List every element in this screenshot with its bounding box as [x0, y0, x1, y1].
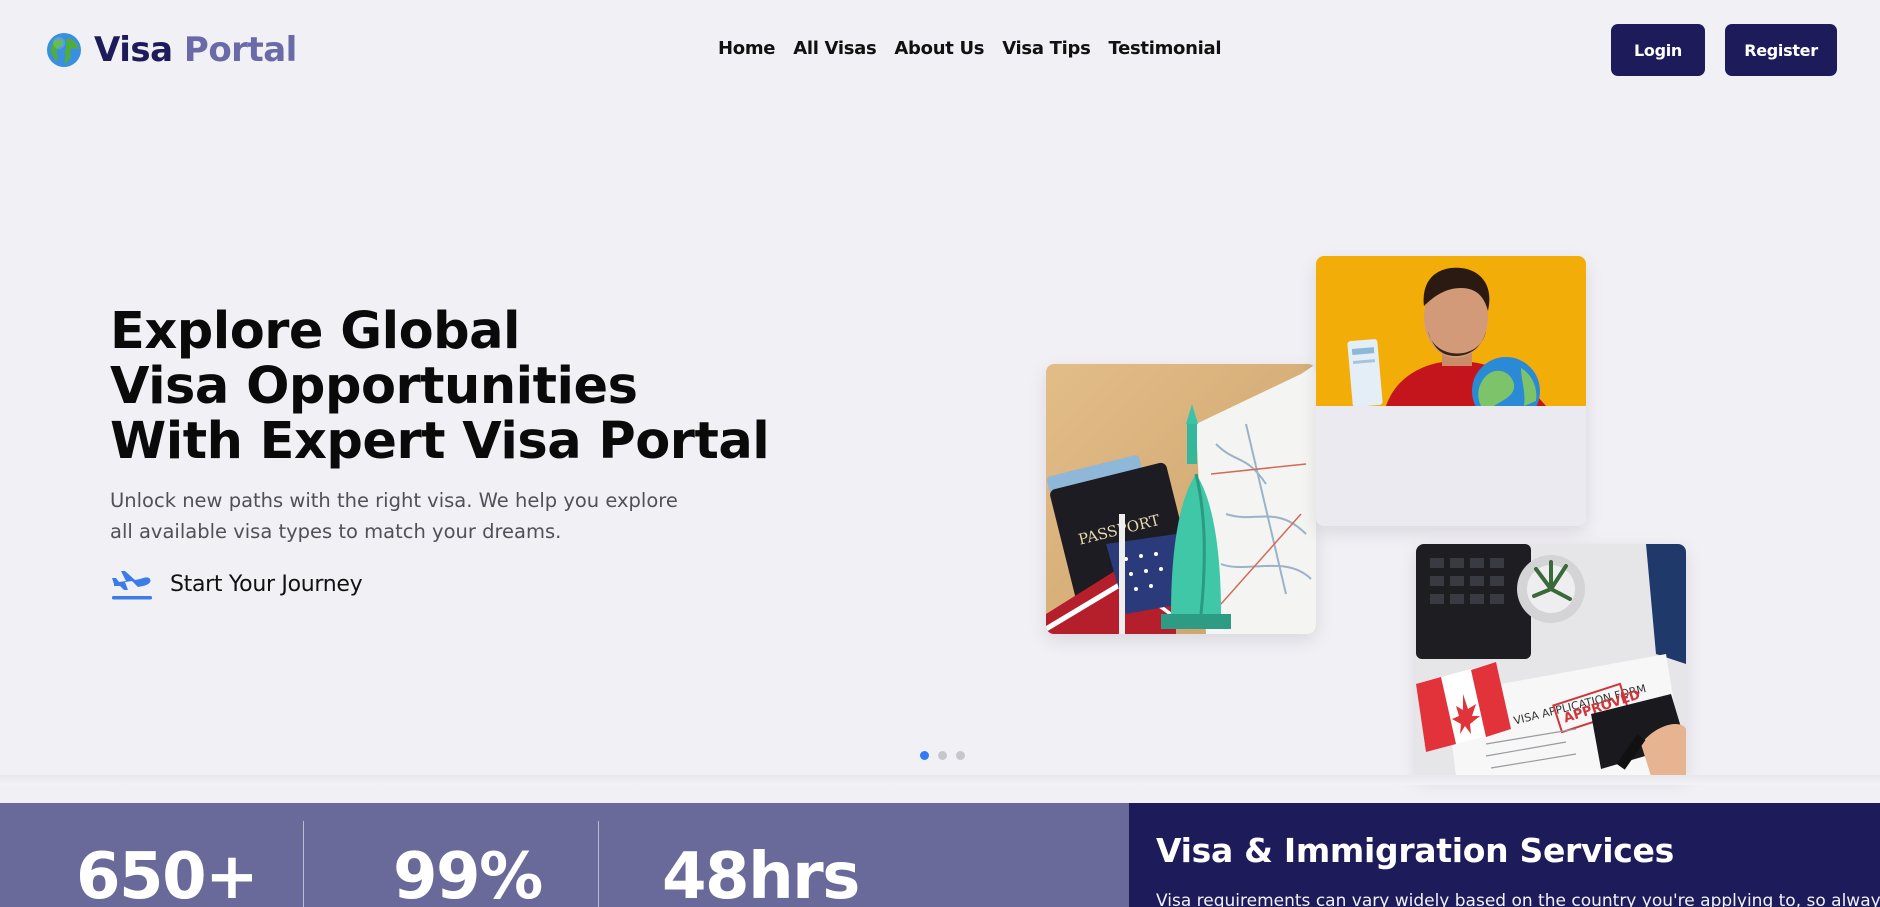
hero-title-line-3: With Expert Visa Portal	[110, 412, 770, 471]
carousel-dot-2[interactable]	[938, 751, 947, 760]
stat-value-countries: 650+	[76, 840, 259, 907]
hero-image-visa-application: VISA APPLICATION FORM APPROVED	[1416, 544, 1686, 776]
nav-link-about-us[interactable]: About Us	[894, 38, 984, 59]
stat-divider	[598, 821, 599, 907]
airplane-icon	[112, 571, 152, 600]
top-navbar: Visa Portal Home All Visas About Us Visa…	[0, 0, 1880, 100]
hero-section-divider	[0, 775, 1880, 785]
stat-divider	[303, 821, 304, 907]
hero-image-traveler	[1316, 256, 1586, 526]
register-button[interactable]: Register	[1725, 24, 1837, 76]
hero-title: Explore Global Visa Opportunities With E…	[110, 302, 770, 471]
nav-link-visa-tips[interactable]: Visa Tips	[1002, 38, 1091, 59]
nav-link-home[interactable]: Home	[718, 38, 776, 59]
hero-title-line-1: Explore Global	[110, 302, 521, 361]
brand-name-second: Portal	[183, 30, 297, 70]
main-nav: Home All Visas About Us Visa Tips Testim…	[718, 38, 1222, 59]
hero-image-liberty-passport: PASSPORT	[1046, 364, 1316, 634]
start-journey-label: Start Your Journey	[170, 571, 363, 597]
stats-band: 650+ 99% 48hrs	[0, 803, 1129, 907]
brand-name: Visa Portal	[94, 30, 297, 70]
nav-link-testimonial[interactable]: Testimonial	[1108, 38, 1221, 59]
hero-title-line-2: Visa Opportunities	[110, 357, 638, 416]
globe-icon	[47, 33, 81, 67]
services-description: Visa requirements can vary widely based …	[1156, 891, 1880, 907]
login-button[interactable]: Login	[1611, 24, 1705, 76]
hero-description: Unlock new paths with the right visa. We…	[110, 489, 678, 543]
carousel-pagination	[920, 751, 965, 760]
brand-logo[interactable]: Visa Portal	[46, 30, 297, 70]
services-panel: Visa & Immigration Services Visa require…	[1129, 803, 1880, 907]
stat-value-processing-time: 48hrs	[662, 840, 860, 907]
start-journey-link[interactable]: Start Your Journey	[110, 566, 363, 602]
carousel-dot-3[interactable]	[956, 751, 965, 760]
services-title: Visa & Immigration Services	[1156, 831, 1674, 870]
nav-link-all-visas[interactable]: All Visas	[793, 38, 877, 59]
carousel-dot-1[interactable]	[920, 751, 929, 760]
stat-value-success-rate: 99%	[393, 840, 543, 907]
brand-name-first: Visa	[94, 30, 173, 70]
